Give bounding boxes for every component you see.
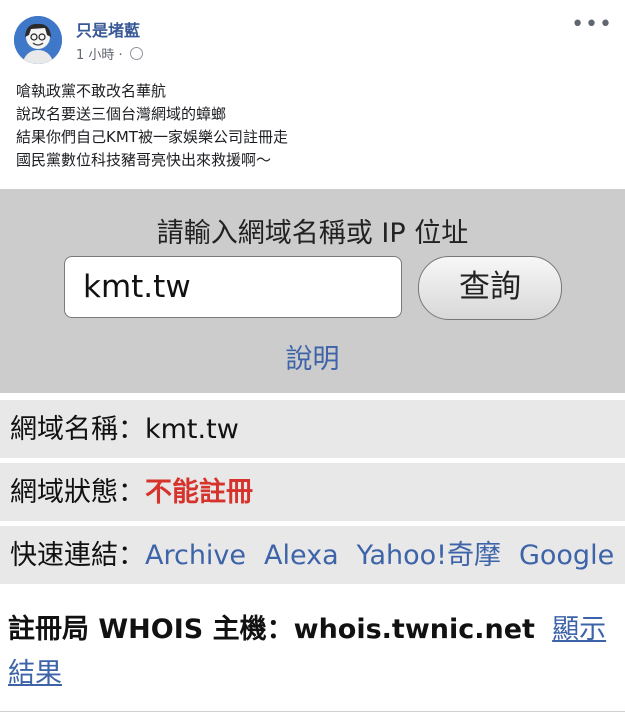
quick-link-archive[interactable]: Archive: [145, 540, 246, 571]
help-link[interactable]: 說明: [0, 337, 625, 376]
quick-link-google[interactable]: Google: [519, 540, 614, 571]
whois-label: 註冊局 WHOIS 主機：: [8, 614, 294, 645]
post-line: 結果你們自己KMT被一家娛樂公司註冊走: [16, 128, 288, 146]
meta-separator: ·: [114, 48, 127, 63]
domain-input[interactable]: kmt.tw: [64, 256, 402, 318]
whois-section: 註冊局 WHOIS 主機：whois.twnic.net 顯示結果: [8, 608, 620, 696]
quick-links-row: 快速連結：Archive Alexa Yahoo!奇摩 Google: [0, 524, 625, 584]
post-meta: 1 小時 ·: [76, 44, 143, 63]
author-name[interactable]: 只是堵藍: [76, 17, 140, 41]
domain-status-row: 網域狀態：不能註冊: [0, 461, 625, 521]
domain-name-value: kmt.tw: [145, 414, 239, 445]
avatar-illustration-icon: [14, 16, 62, 64]
globe-icon: [129, 47, 143, 60]
domain-status-value: 不能註冊: [145, 477, 253, 508]
more-options-icon[interactable]: •••: [571, 12, 613, 37]
post-time[interactable]: 1 小時: [76, 48, 114, 63]
post-line: 嗆執政黨不敢改名華航: [16, 82, 167, 100]
post-line: 國民黨數位科技豬哥亮快出來救援啊～: [16, 151, 272, 169]
post-text: 嗆執政黨不敢改名華航 說改名要送三個台灣網域的蟑螂 結果你們自己KMT被一家娛樂…: [16, 80, 288, 172]
quick-link-yahoo[interactable]: Yahoo!奇摩: [357, 540, 501, 571]
post-header: 只是堵藍 1 小時 · •••: [0, 0, 625, 70]
post-line: 說改名要送三個台灣網域的蟑螂: [16, 105, 227, 123]
query-button[interactable]: 查詢: [418, 256, 562, 320]
domain-status-label: 網域狀態：: [10, 477, 145, 508]
domain-name-row: 網域名稱：kmt.tw: [0, 398, 625, 458]
quick-link-alexa[interactable]: Alexa: [264, 540, 339, 571]
query-title: 請輸入網域名稱或 IP 位址: [156, 218, 469, 249]
domain-name-label: 網域名稱：: [10, 414, 145, 445]
divider: [0, 711, 625, 712]
quick-links-label: 快速連結：: [10, 540, 145, 571]
avatar[interactable]: [14, 16, 62, 64]
whois-host: whois.twnic.net: [293, 614, 535, 645]
